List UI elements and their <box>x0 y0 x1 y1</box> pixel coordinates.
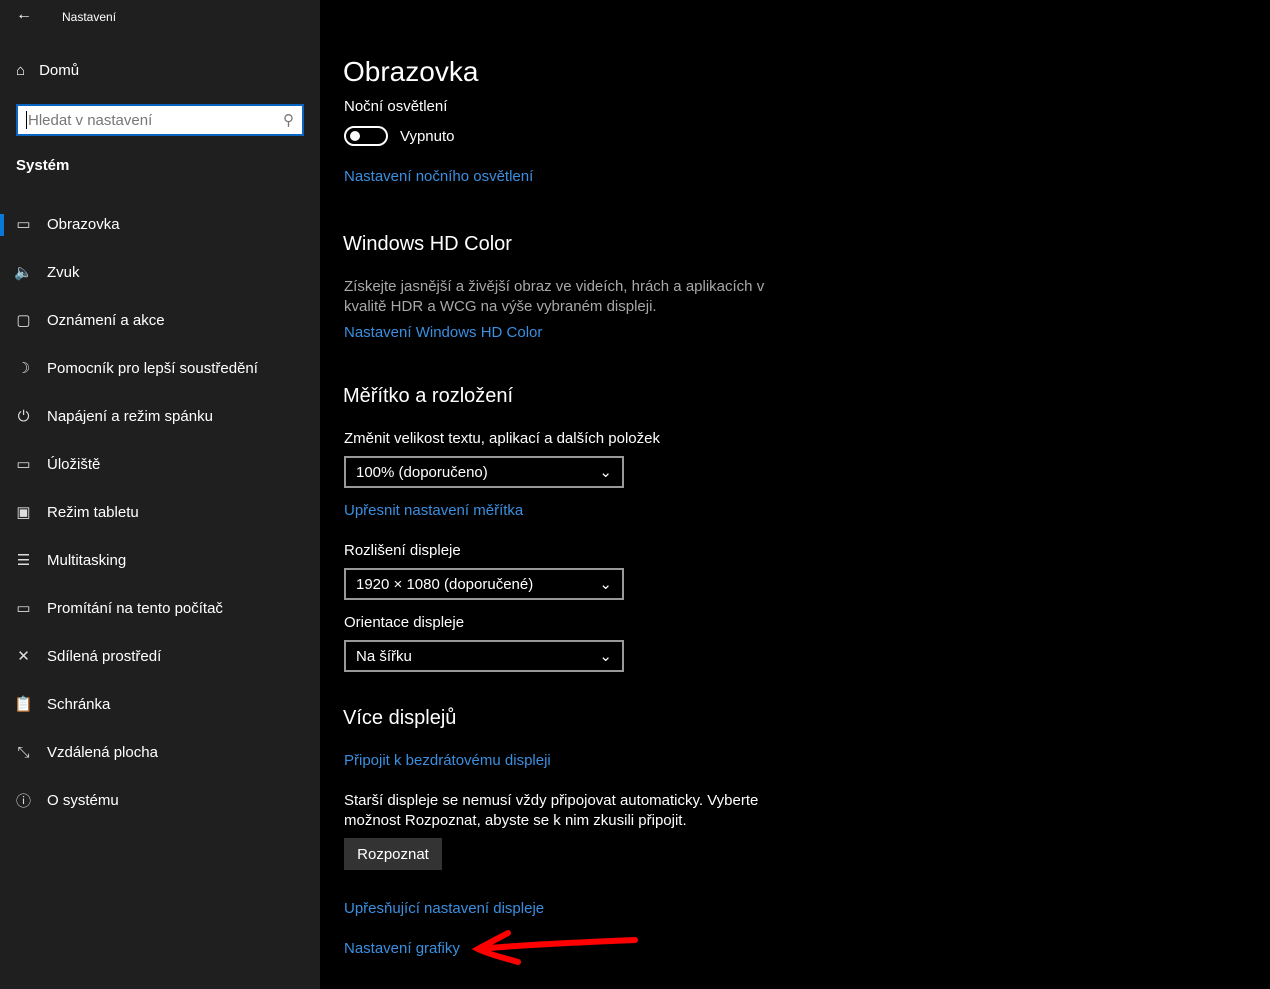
red-arrow-annotation <box>471 930 638 965</box>
